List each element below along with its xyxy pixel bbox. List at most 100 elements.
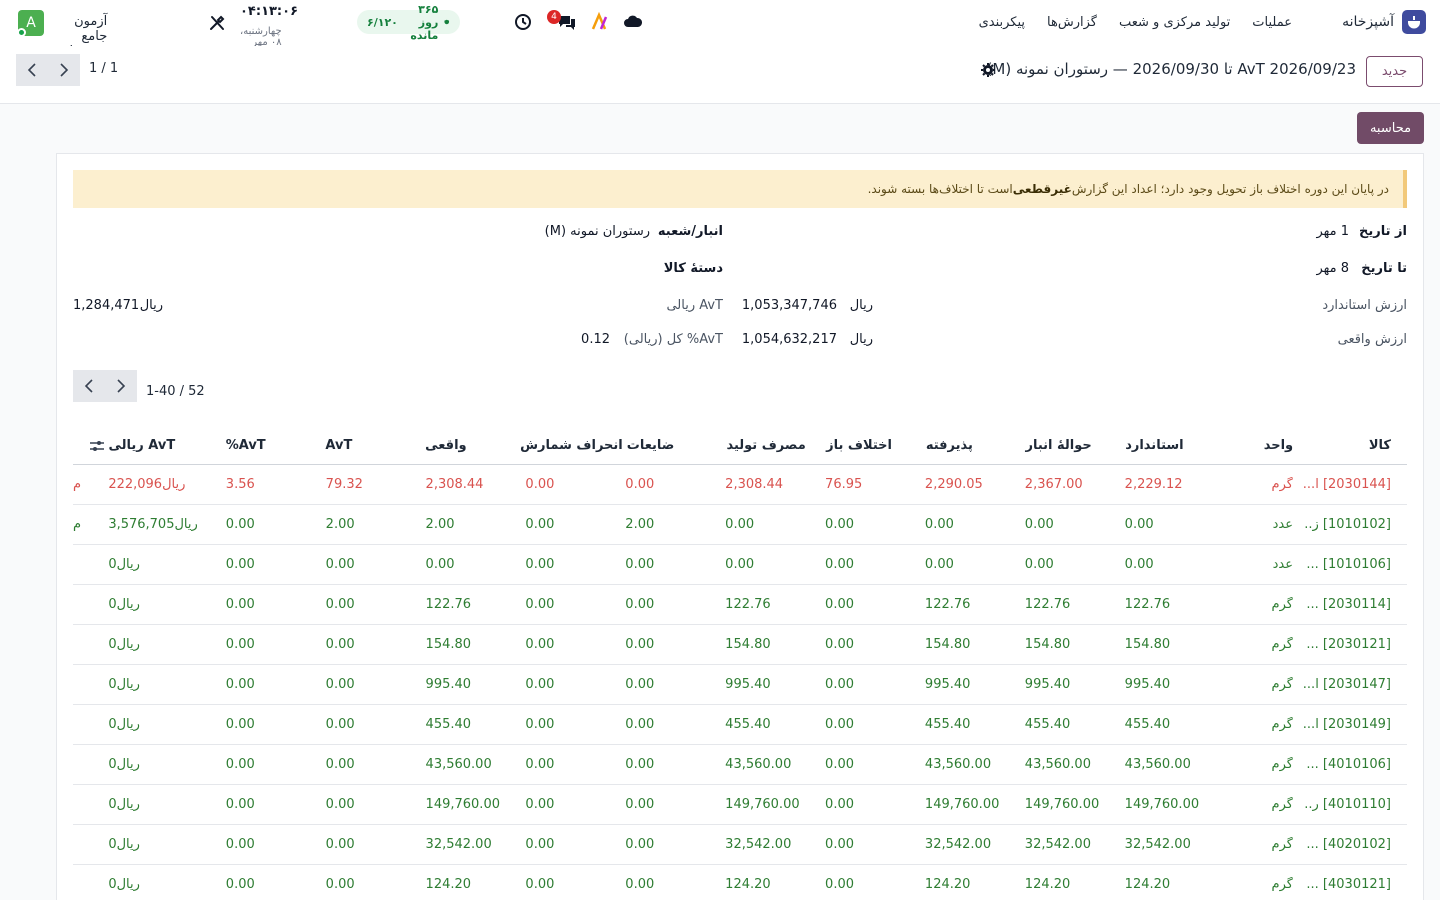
cell-waste: 0.00 xyxy=(625,597,655,612)
cell-issue: 32,542.00 xyxy=(1024,837,1091,852)
cell-item: [4010106] ... xyxy=(1306,757,1391,772)
cell-actual: 995.40 xyxy=(425,677,472,692)
col-avt[interactable]: AvT xyxy=(321,438,421,453)
menu-item-operations[interactable]: عملیات xyxy=(1252,15,1292,30)
table-row[interactable]: [2030149] ا... گرم 455.40 455.40 455.40 0.00 4… xyxy=(73,705,1407,745)
col-avt-pct[interactable]: AvT% xyxy=(222,438,322,453)
ai-assistant-icon[interactable] xyxy=(590,12,610,32)
column-settings-icon[interactable] xyxy=(73,440,105,452)
col-actual[interactable]: واقعی xyxy=(421,438,521,453)
cell-open-diff: 76.95 xyxy=(825,477,863,492)
col-unit[interactable]: واحد xyxy=(1201,438,1303,453)
cell-production: 0.00 xyxy=(725,557,755,572)
cell-item: [2030149] ا... xyxy=(1302,717,1391,732)
table-row[interactable]: [4010110] ر... گرم 149,760.00 149,760.00 149… xyxy=(73,785,1407,825)
presence-dot xyxy=(17,28,26,37)
std-value-currency: ریال xyxy=(849,298,873,313)
table-row[interactable]: [2030114] ... گرم 122.76 122.76 122.76 0.00 12… xyxy=(73,585,1407,625)
list-prev-button[interactable] xyxy=(73,370,105,402)
col-item[interactable]: کالا xyxy=(1303,438,1407,453)
cell-avt: 0.00 xyxy=(325,637,355,652)
new-button[interactable]: جدید xyxy=(1366,56,1423,87)
cell-issue: 122.76 xyxy=(1024,597,1071,612)
col-standard[interactable]: استاندارد xyxy=(1121,438,1201,453)
app-name[interactable]: آشپزخانه xyxy=(1342,14,1394,30)
tools-icon[interactable] xyxy=(208,14,226,32)
table-row[interactable]: [4020102] ... گرم 32,542.00 32,542.00 32,542… xyxy=(73,825,1407,865)
table-header: کالا واحد استاندارد حوالهٔ انبار پذیرفته… xyxy=(73,427,1407,465)
cell-issue: 455.40 xyxy=(1024,717,1071,732)
cell-actual: 2,308.44 xyxy=(425,477,484,492)
actual-value: 1,054,632,217 xyxy=(741,332,837,347)
table-row[interactable]: [4030121] ... گرم 124.20 124.20 124.20 0.00 12… xyxy=(73,865,1407,900)
gear-icon[interactable] xyxy=(980,62,996,78)
breadcrumb: AvT 2026/09/23 تا 2026/09/30 — رستوران ن… xyxy=(987,60,1356,78)
cell-avt-pct: 0.00 xyxy=(225,597,255,612)
calculate-button[interactable]: محاسبه xyxy=(1357,112,1424,144)
app-logo-icon[interactable] xyxy=(1402,10,1426,34)
cell-production: 2,308.44 xyxy=(725,477,784,492)
table-row[interactable]: [2030144] ا... گرم 2,229.12 2,367.00 2,290.0… xyxy=(73,465,1407,505)
from-date-value[interactable]: 1 مهر xyxy=(1316,224,1349,239)
menu-item-configuration[interactable]: پیکربندی xyxy=(979,15,1025,30)
cell-production: 149,760.00 xyxy=(725,797,800,812)
cell-accepted: 124.20 xyxy=(924,877,971,892)
cell-item: [4010110] ر... xyxy=(1303,797,1391,812)
cell-truncated-tail: م xyxy=(73,517,82,532)
record-pager: 1 / 1 xyxy=(89,61,119,76)
alert-text-after: است تا اختلاف‌ها بسته شوند. xyxy=(867,182,1013,196)
menu-item-reports[interactable]: گزارش‌ها xyxy=(1047,15,1097,30)
currency-label: ریال xyxy=(116,597,140,612)
cell-avt-pct: 0.00 xyxy=(225,517,255,532)
pager-next-button[interactable] xyxy=(48,54,80,86)
pager-prev-button[interactable] xyxy=(16,54,48,86)
currency-label: ریال xyxy=(162,477,186,492)
cell-avt-pct: 0.00 xyxy=(225,717,255,732)
cell-avt: 0.00 xyxy=(325,597,355,612)
col-production[interactable]: مصرف تولید xyxy=(722,438,822,453)
cell-open-diff: 0.00 xyxy=(825,517,854,532)
cell-count-dev: 0.00 xyxy=(525,517,555,532)
cell-actual: 149,760.00 xyxy=(425,797,500,812)
cell-unit: گرم xyxy=(1271,637,1293,652)
col-accepted[interactable]: پذیرفته xyxy=(922,438,1022,453)
cell-issue: 154.80 xyxy=(1024,637,1071,652)
cell-avt: 0.00 xyxy=(325,757,355,772)
table-row[interactable]: [1010102] ز... عدد 0.00 0.00 0.00 0.00 0.00 2.0… xyxy=(73,505,1407,545)
warehouse-value[interactable]: رستوران نمونه (M) xyxy=(545,224,650,239)
cell-avt-rial: ریال0 xyxy=(104,837,221,852)
currency-label: ریال xyxy=(116,717,140,732)
cell-avt-rial: ریال0 xyxy=(104,597,221,612)
subscription-status[interactable]: ۳۶۵ روز مانده ۶/۱۲۰ xyxy=(357,3,460,42)
cell-waste: 0.00 xyxy=(625,637,655,652)
activity-clock-icon[interactable] xyxy=(513,12,533,32)
col-count-dev[interactable]: انحراف شمارش xyxy=(520,438,623,453)
col-waste[interactable]: ضایعات xyxy=(623,438,723,453)
list-pager: 1-40 / 52 xyxy=(146,384,205,399)
cell-count-dev: 0.00 xyxy=(525,717,555,732)
menu-item-central-production[interactable]: تولید مرکزی و شعب xyxy=(1119,15,1230,30)
avt-rial-amount: 0 xyxy=(108,717,117,732)
col-issue[interactable]: حوالهٔ انبار xyxy=(1022,438,1122,453)
cell-standard: 2,229.12 xyxy=(1124,477,1183,492)
cell-accepted: 0.00 xyxy=(924,517,954,532)
table-row[interactable]: [2030147] ا... گرم 995.40 995.40 995.40 0.00 9… xyxy=(73,665,1407,705)
list-next-button[interactable] xyxy=(105,370,137,402)
table-row[interactable]: [1010106] ... عدد 0.00 0.00 0.00 0.00 0.00 0.00… xyxy=(73,545,1407,585)
cell-avt-rial: ریال0 xyxy=(104,677,221,692)
cell-count-dev: 0.00 xyxy=(525,677,555,692)
table-row[interactable]: [2030121] ... گرم 154.80 154.80 154.80 0.00 15… xyxy=(73,625,1407,665)
shield-icon xyxy=(444,19,450,25)
col-open-diff[interactable]: اختلاف باز xyxy=(822,438,922,453)
avt-rial-label: AvT ریالی xyxy=(666,298,723,313)
to-date-label: تا تاریخ xyxy=(1361,261,1407,276)
table-row[interactable]: [4010106] ... گرم 43,560.00 43,560.00 43,560… xyxy=(73,745,1407,785)
cell-standard: 0.00 xyxy=(1124,557,1154,572)
to-date-value[interactable]: 8 مهر xyxy=(1316,261,1349,276)
cloud-icon[interactable] xyxy=(623,12,643,32)
cell-production: 995.40 xyxy=(725,677,771,692)
cell-item: [4030121] ... xyxy=(1306,877,1391,892)
clock: ۰۴:۱۳:۰۶ xyxy=(240,4,299,19)
cell-issue: 995.40 xyxy=(1024,677,1071,692)
col-avt-rial[interactable]: AvT ریالی xyxy=(104,438,221,453)
